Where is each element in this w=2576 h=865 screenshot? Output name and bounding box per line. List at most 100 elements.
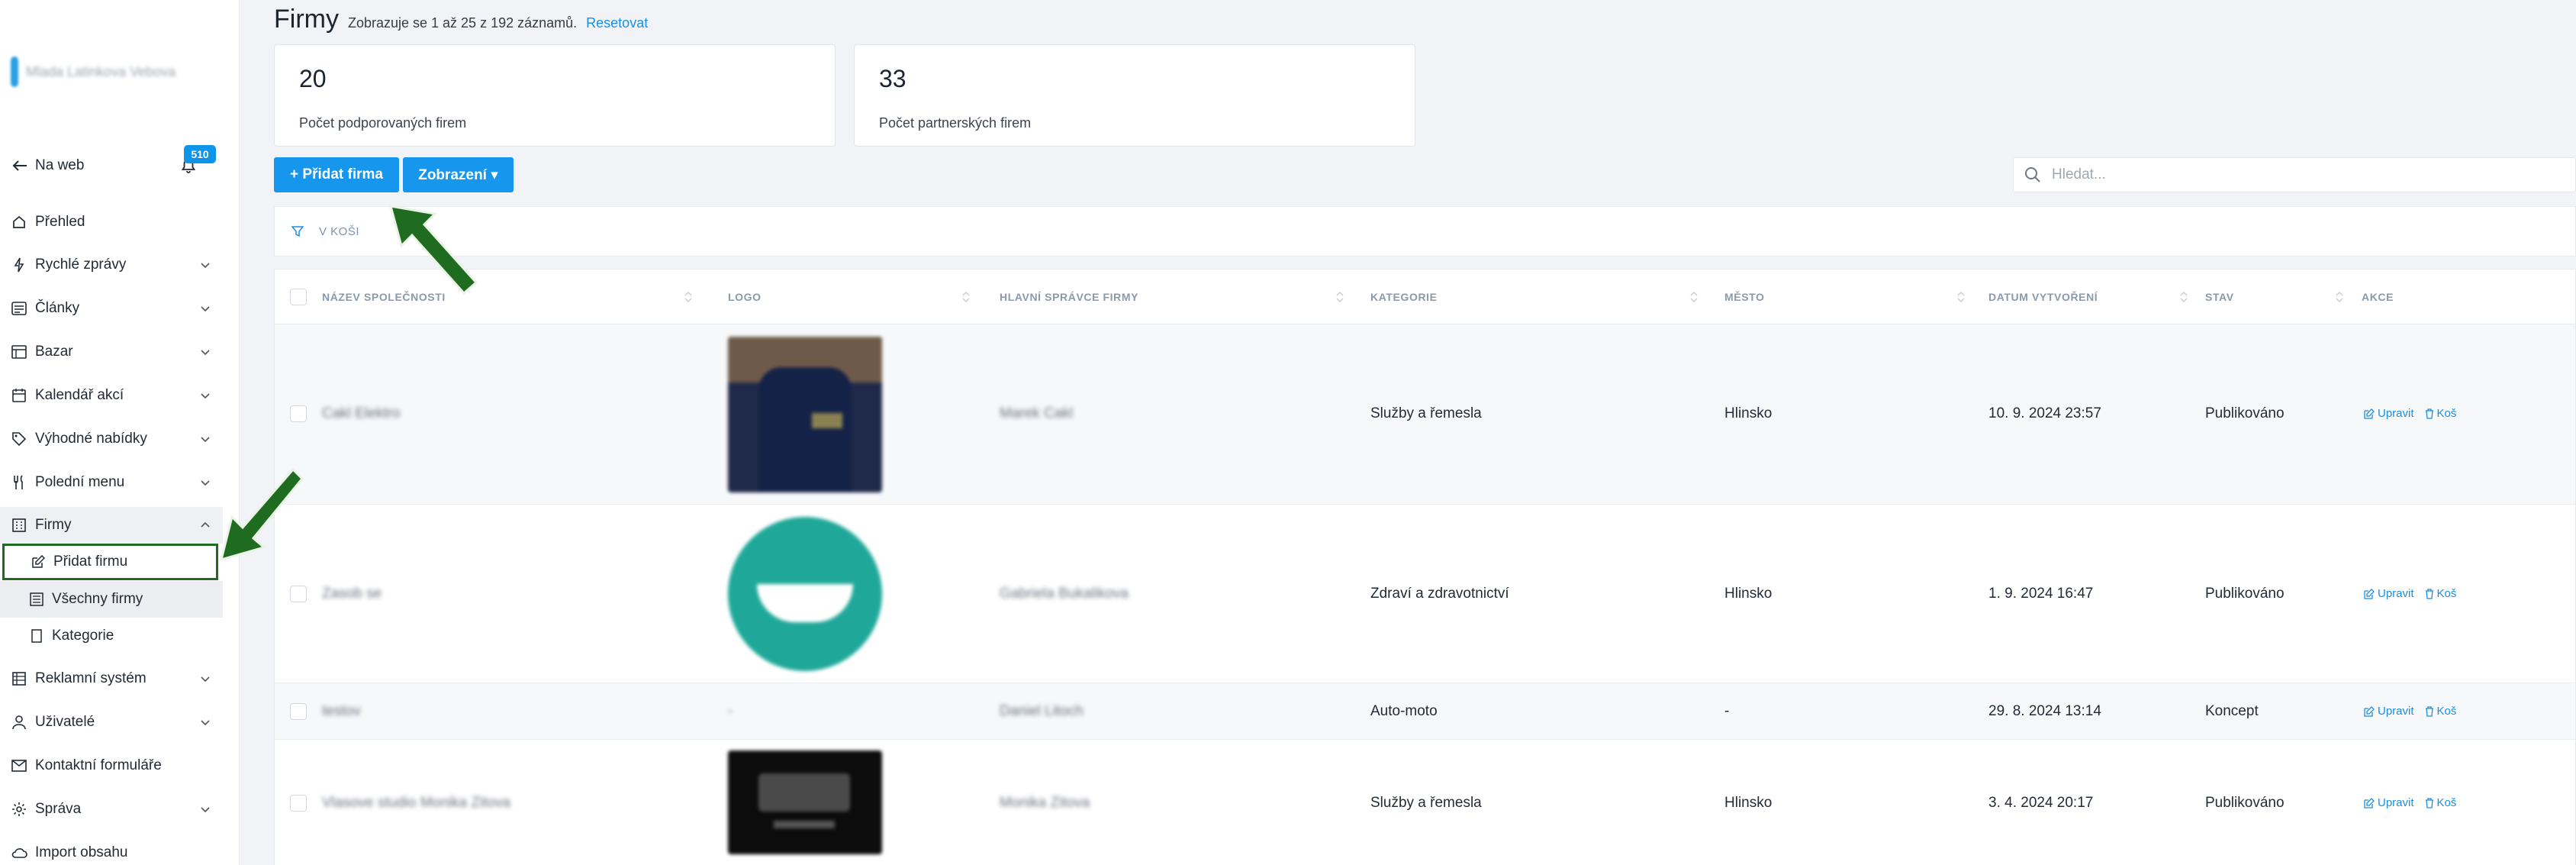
sidebar-item-uzivatele[interactable]: Uživatelé xyxy=(0,704,223,741)
edit-icon xyxy=(31,554,46,570)
chevron-down-icon xyxy=(201,807,210,813)
column-header-logo[interactable]: LOGO xyxy=(728,270,762,324)
company-logo-shirt xyxy=(728,337,882,492)
reset-link[interactable]: Resetovat xyxy=(586,15,648,31)
sidebar-item-label: Polední menu xyxy=(35,474,125,490)
company-admin[interactable]: Monika Zitova xyxy=(1000,795,1090,812)
trash-label: Koš xyxy=(2436,705,2457,718)
sidebar-item-reklamni-system[interactable]: Reklamní systém xyxy=(0,660,223,697)
table-row: Cakl Elektro Marek Cakl Služby a řemesla… xyxy=(275,324,2575,505)
row-checkbox[interactable] xyxy=(290,586,307,602)
sidebar-item-import-obsahu[interactable]: Import obsahu xyxy=(0,834,223,865)
sidebar-item-label: Import obsahu xyxy=(35,844,128,860)
sidebar-item-poledni-menu[interactable]: Polední menu xyxy=(0,464,223,501)
company-admin[interactable]: Gabriela Bukalikova xyxy=(1000,586,1129,602)
user-name: Mlada Latinkova Vebova xyxy=(26,63,176,79)
select-all-checkbox[interactable] xyxy=(290,289,307,305)
sort-icon[interactable] xyxy=(2179,291,2188,303)
edit-label: Upravit xyxy=(2378,407,2414,420)
row-checkbox[interactable] xyxy=(290,703,307,720)
filter-trash-link[interactable]: V KOŠI xyxy=(319,225,359,238)
chevron-down-icon xyxy=(201,437,210,443)
chevron-down-icon xyxy=(201,393,210,399)
article-icon xyxy=(11,300,27,317)
sidebar-item-vyhodne-nabidky[interactable]: Výhodné nabídky xyxy=(0,421,223,457)
stat-value: 33 xyxy=(879,65,906,92)
column-header-created[interactable]: DATUM VYTVOŘENÍ xyxy=(1988,270,2098,324)
avatar xyxy=(11,56,18,87)
company-admin[interactable]: Marek Cakl xyxy=(1000,405,1073,422)
edit-label: Upravit xyxy=(2378,796,2414,809)
trash-label: Koš xyxy=(2436,587,2457,600)
column-header-city[interactable]: MĚSTO xyxy=(1724,270,1765,324)
company-city: Hlinsko xyxy=(1724,405,1773,421)
sidebar-item-label: Články xyxy=(35,300,80,316)
sidebar-subitem-pridat-firmu[interactable]: Přidat firmu xyxy=(2,544,218,580)
ads-icon xyxy=(11,670,27,687)
sort-icon[interactable] xyxy=(1335,291,1344,303)
sidebar-item-prehled[interactable]: Přehled xyxy=(0,204,223,240)
company-admin[interactable]: Daniel Litoch xyxy=(1000,703,1084,720)
row-checkbox[interactable] xyxy=(290,405,307,422)
filter-icon[interactable] xyxy=(291,225,304,237)
stat-label: Počet partnerských firem xyxy=(879,115,1032,131)
sidebar-item-label: Firmy xyxy=(35,517,72,533)
row-actions: Upravit Koš xyxy=(2364,705,2456,718)
sort-icon[interactable] xyxy=(1689,291,1699,303)
trash-action[interactable]: Koš xyxy=(2425,705,2457,718)
sidebar-item-label: Kalendář akcí xyxy=(35,387,124,403)
row-checkbox[interactable] xyxy=(290,795,307,812)
edit-action[interactable]: Upravit xyxy=(2364,705,2414,718)
sidebar-item-kontaktni-formulare[interactable]: Kontaktní formuláře xyxy=(0,747,223,784)
sidebar-item-rychle-zpravy[interactable]: Rychlé zprávy xyxy=(0,247,223,283)
column-header-actions: AKCE xyxy=(2362,291,2394,303)
edit-label: Upravit xyxy=(2378,705,2414,718)
page-header: Firmy Zobrazuje se 1 až 25 z 192 záznamů… xyxy=(274,5,648,34)
stat-label: Počet podporovaných firem xyxy=(299,115,467,131)
company-name[interactable]: Vlasove studio Monika Zitova xyxy=(322,795,510,812)
column-header-category[interactable]: KATEGORIE xyxy=(1370,270,1438,324)
table-row: testov - Daniel Litoch Auto-moto - 29. 8… xyxy=(275,683,2575,740)
column-header-name[interactable]: NÁZEV SPOLEČNOSTI xyxy=(322,270,446,324)
company-logo-empty: - xyxy=(728,703,733,719)
trash-action[interactable]: Koš xyxy=(2425,587,2457,600)
sidebar-subitem-vsechny-firmy[interactable]: Všechny firmy xyxy=(0,581,223,618)
trash-action[interactable]: Koš xyxy=(2425,796,2457,809)
view-dropdown-button[interactable]: Zobrazení ▾ xyxy=(403,157,514,192)
edit-action[interactable]: Upravit xyxy=(2364,407,2414,420)
sidebar-subitem-label: Všechny firmy xyxy=(52,591,143,607)
sidebar-subitem-kategorie[interactable]: Kategorie xyxy=(0,618,223,654)
company-status: Koncept xyxy=(2205,703,2259,719)
edit-action[interactable]: Upravit xyxy=(2364,796,2414,809)
search-input[interactable] xyxy=(2052,166,2510,183)
company-name[interactable]: testov xyxy=(322,703,361,720)
trash-action[interactable]: Koš xyxy=(2425,407,2456,420)
company-logo-smile xyxy=(728,517,882,673)
add-company-button[interactable]: + Přidat firma xyxy=(274,157,399,192)
chevron-down-icon xyxy=(201,263,210,269)
sort-icon[interactable] xyxy=(961,291,971,303)
sort-icon[interactable] xyxy=(2335,291,2344,303)
sort-icon[interactable] xyxy=(684,291,693,303)
trash-label: Koš xyxy=(2436,796,2457,809)
column-header-admin[interactable]: HLAVNÍ SPRÁVCE FIRMY xyxy=(1000,270,1138,324)
sidebar-item-sprava[interactable]: Správa xyxy=(0,791,223,828)
sidebar: Mlada Latinkova Vebova Na web 510 Přehle… xyxy=(0,0,240,865)
gear-icon xyxy=(11,801,27,818)
column-header-status[interactable]: STAV xyxy=(2205,270,2234,324)
cutlery-icon xyxy=(11,474,27,491)
sidebar-item-label: Přehled xyxy=(35,214,85,230)
sidebar-item-bazar[interactable]: Bazar xyxy=(0,334,223,370)
filter-bar: V KOŠI xyxy=(274,206,2576,257)
company-name[interactable]: Zasob se xyxy=(322,586,382,602)
back-to-web-link[interactable]: Na web xyxy=(12,154,84,177)
sidebar-item-firmy[interactable]: Firmy xyxy=(0,507,223,544)
sidebar-item-kalendar[interactable]: Kalendář akcí xyxy=(0,377,223,414)
user-icon xyxy=(11,714,27,731)
company-category: Služby a řemesla xyxy=(1370,405,1482,421)
edit-action[interactable]: Upravit xyxy=(2364,587,2414,600)
company-name[interactable]: Cakl Elektro xyxy=(322,405,400,422)
sidebar-item-clanky[interactable]: Články xyxy=(0,290,223,327)
sort-icon[interactable] xyxy=(1956,291,1966,303)
user-profile[interactable]: Mlada Latinkova Vebova xyxy=(11,56,175,87)
